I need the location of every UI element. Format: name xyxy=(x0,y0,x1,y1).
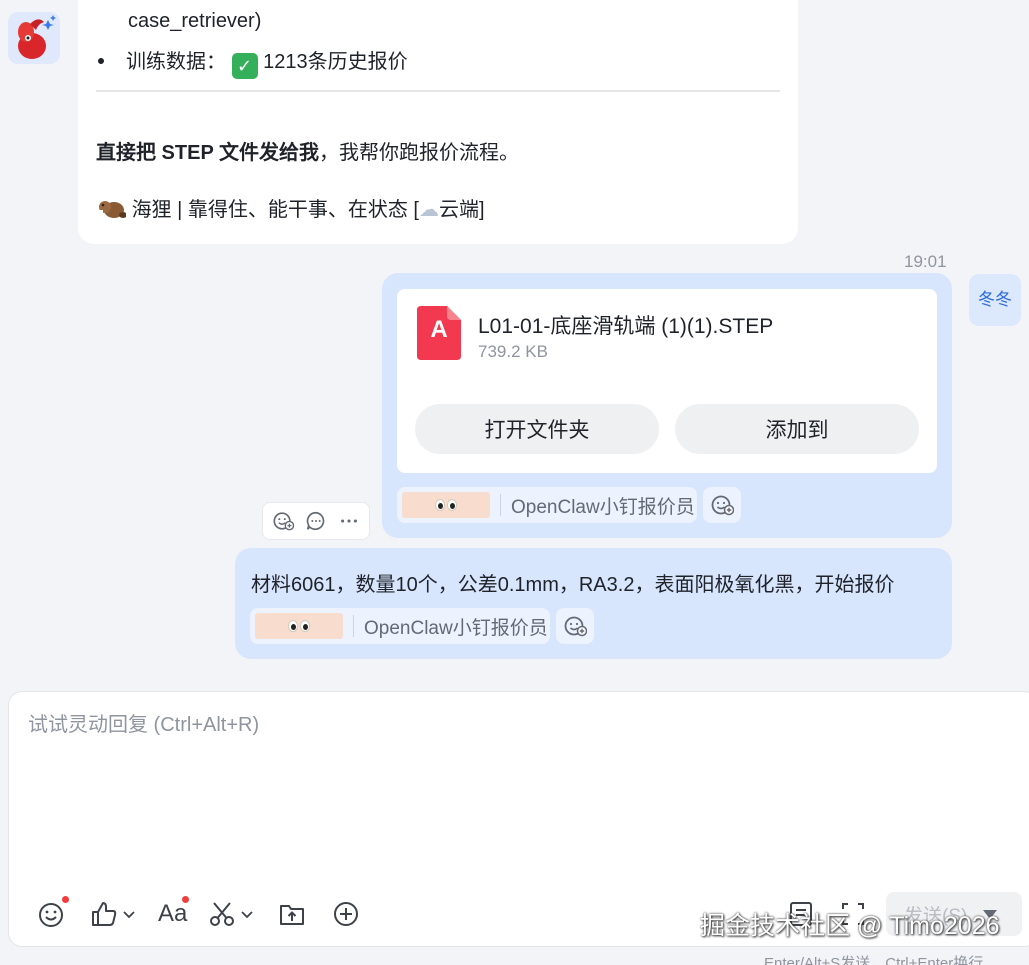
more-icon xyxy=(340,519,357,523)
thumbs-up-icon xyxy=(92,902,117,926)
bot-chip-label: OpenClaw小钉报价员 xyxy=(364,617,548,639)
file-size: 739.2 KB xyxy=(478,342,548,361)
add-reaction-button[interactable] xyxy=(556,608,594,644)
file-type-letter: A xyxy=(430,316,448,343)
cloud-icon: ☁ xyxy=(418,199,439,221)
format-button[interactable]: Aa xyxy=(158,896,189,930)
bullet-dot xyxy=(98,58,104,64)
message-timestamp: 19:01 xyxy=(904,252,947,271)
instruction-line: 直接把 STEP 文件发给我，我帮你跑报价流程。 xyxy=(96,136,519,165)
screenshot-button[interactable] xyxy=(208,898,254,930)
watermark: 掘金技术社区 @ Timo2026 xyxy=(700,912,1000,940)
chip-separator xyxy=(500,494,501,516)
more-button[interactable] xyxy=(336,508,362,534)
send-hint: Enter/Alt+S发送，Ctrl+Enter换行 xyxy=(764,955,984,965)
eye-icon xyxy=(447,499,457,511)
open-folder-button[interactable]: 打开文件夹 xyxy=(415,404,659,454)
training-value: 1213条历史报价 xyxy=(263,51,408,73)
message-hover-toolbar xyxy=(262,502,370,540)
emoji-add-icon xyxy=(273,512,295,531)
instruction-bold: 直接把 STEP 文件发给我 xyxy=(96,142,319,164)
bot-thumbnail xyxy=(402,492,490,518)
chevron-down-icon xyxy=(241,911,253,919)
emoji-button[interactable] xyxy=(38,896,69,930)
add-reaction-button[interactable] xyxy=(703,487,741,523)
eye-icon xyxy=(288,620,298,632)
reply-button[interactable] xyxy=(303,508,329,534)
bot-reply-chip[interactable]: OpenClaw小钉报价员 xyxy=(250,608,550,644)
chevron-down-icon xyxy=(123,911,135,919)
plus-circle-icon xyxy=(334,902,358,926)
scissors-icon xyxy=(210,902,234,926)
divider xyxy=(96,90,780,92)
signature-line: 海狸 | 靠得住、能干事、在状态 [☁云端] xyxy=(96,193,485,222)
training-data-line: 训练数据： ✓ 1213条历史报价 xyxy=(126,45,408,79)
bot-chip-label: OpenClaw小钉报价员 xyxy=(511,496,695,518)
more-actions-button[interactable] xyxy=(332,898,360,930)
bot-thumbnail xyxy=(255,613,343,639)
instruction-rest: ，我帮你跑报价流程。 xyxy=(319,142,519,164)
notification-dot xyxy=(62,896,69,903)
upload-file-button[interactable] xyxy=(278,898,306,930)
emoji-add-icon xyxy=(711,495,734,516)
message-input[interactable] xyxy=(28,708,988,868)
notification-dot xyxy=(182,896,189,903)
bot-reply-chip[interactable]: OpenClaw小钉报价员 xyxy=(397,487,697,523)
check-mark-icon: ✓ xyxy=(231,53,258,79)
text-message: 材料6061，数量10个，公差0.1mm，RA3.2，表面阳极氧化黑，开始报价 xyxy=(251,574,895,596)
emoji-add-icon xyxy=(564,616,587,637)
add-to-button[interactable]: 添加到 xyxy=(675,404,919,454)
eye-icon xyxy=(435,499,445,511)
chip-separator xyxy=(353,615,354,637)
eye-icon xyxy=(300,620,310,632)
signature-tag: 云端 xyxy=(438,199,479,221)
signature-text: 海狸 | 靠得住、能干事、在状态 [ xyxy=(131,199,419,221)
like-button[interactable] xyxy=(90,898,136,930)
comment-icon xyxy=(306,511,325,531)
folder-upload-icon xyxy=(280,905,304,925)
signature-close: ] xyxy=(478,199,485,221)
bot-message-line: case_retriever) xyxy=(128,10,262,32)
font-format-icon: Aa xyxy=(158,900,188,927)
training-label: 训练数据： xyxy=(126,51,226,73)
lobster-icon xyxy=(18,15,56,59)
beaver-icon xyxy=(99,201,127,218)
emoji-icon xyxy=(39,903,63,927)
file-name[interactable]: L01-01-底座滑轨端 (1)(1).STEP xyxy=(478,310,773,340)
user-avatar[interactable]: 冬冬 xyxy=(969,274,1021,326)
bot-avatar[interactable] xyxy=(8,12,60,64)
reaction-button[interactable] xyxy=(270,508,296,534)
